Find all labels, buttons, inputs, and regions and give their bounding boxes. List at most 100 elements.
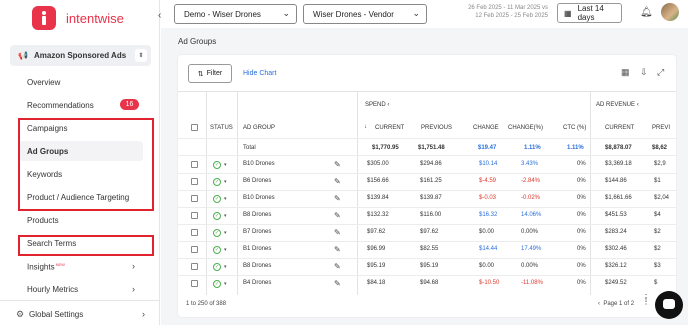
chat-support-icon[interactable]	[655, 291, 683, 319]
product-selector[interactable]: 📢 Amazon Sponsored Ads ⇕	[10, 45, 151, 66]
ad-group-name[interactable]: B8 Drones	[243, 263, 271, 269]
row-checkbox[interactable]	[191, 229, 198, 236]
status-enabled-icon[interactable]: ✓	[213, 212, 221, 220]
cell-change-pct: 3.43%	[521, 161, 539, 167]
cell-rev-previous: $1	[654, 178, 661, 184]
row-checkbox[interactable]	[191, 212, 198, 219]
cell-change: $16.32	[479, 212, 498, 218]
hide-chart-link[interactable]: Hide Chart	[243, 70, 276, 77]
status-enabled-icon[interactable]: ✓	[213, 263, 221, 271]
col-header-revenue-current[interactable]: CURRENT	[605, 125, 634, 131]
cell-current: $156.66	[367, 178, 389, 184]
account-select[interactable]: Demo - Wiser Drones ⌄	[174, 4, 297, 24]
cell-rev-previous: $4	[654, 212, 661, 218]
edit-icon[interactable]: ✎	[334, 279, 341, 288]
col-header-change-pct[interactable]: CHANGE(%)	[508, 125, 543, 131]
date-range-previous: 12 Feb 2025 - 25 Feb 2025	[475, 13, 548, 19]
total-spend-previous: $1,751.48	[418, 145, 445, 151]
col-header-status[interactable]: STATUS	[210, 125, 233, 131]
more-options-icon[interactable]: ⋮ ⋮	[642, 294, 650, 306]
cell-ctc: 0%	[577, 263, 586, 269]
sidebar-item-recommendations[interactable]: Recommendations	[27, 101, 94, 110]
status-caret-icon[interactable]: ▾	[224, 179, 227, 185]
status-enabled-icon[interactable]: ✓	[213, 280, 221, 288]
spend-label: SPEND	[365, 102, 386, 108]
chevron-left-icon[interactable]: ‹	[637, 102, 639, 108]
edit-icon[interactable]: ✎	[334, 262, 341, 271]
status-caret-icon[interactable]: ▾	[224, 213, 227, 219]
row-checkbox[interactable]	[191, 280, 198, 287]
col-header-ctc[interactable]: CTC (%)	[563, 125, 586, 131]
ad-group-name[interactable]: B1 Drones	[243, 246, 271, 252]
cell-change: $-10.50	[479, 280, 500, 286]
bell-icon[interactable]: 🔔︎	[640, 7, 653, 18]
cell-current: $132.32	[367, 212, 389, 218]
status-enabled-icon[interactable]: ✓	[213, 195, 221, 203]
edit-icon[interactable]: ✎	[334, 245, 341, 254]
page-title: Ad Groups	[178, 37, 217, 46]
profile-select[interactable]: Wiser Drones - Vendor ⌄	[303, 4, 427, 24]
insights-chevron-right-icon[interactable]: ›	[132, 261, 135, 271]
chevron-left-icon[interactable]: ‹	[387, 102, 389, 108]
row-checkbox[interactable]	[191, 246, 198, 253]
ad-group-name[interactable]: B10 Drones	[243, 161, 275, 167]
spend-group-header: SPEND ‹	[365, 102, 389, 108]
prev-page-icon[interactable]: ‹	[598, 301, 600, 307]
cell-ctc: 0%	[577, 246, 586, 252]
cell-change-pct: -11.08%	[521, 280, 543, 286]
ad-group-name[interactable]: B7 Drones	[243, 229, 271, 235]
col-header-spend-current[interactable]: CURRENT	[375, 125, 404, 131]
status-enabled-icon[interactable]: ✓	[213, 178, 221, 186]
select-all-checkbox[interactable]	[191, 124, 198, 131]
status-enabled-icon[interactable]: ✓	[213, 229, 221, 237]
hourly-metrics-chevron-right-icon[interactable]: ›	[132, 284, 135, 294]
brand-logo-icon	[32, 6, 56, 30]
cell-previous: $82.55	[420, 246, 439, 252]
filter-button[interactable]: ⇅ Filter	[188, 64, 232, 83]
row-checkbox[interactable]	[191, 263, 198, 270]
status-caret-icon[interactable]: ▾	[224, 196, 227, 202]
global-settings-link[interactable]: Global Settings	[29, 310, 83, 319]
sidebar-item-hourly-metrics[interactable]: Hourly Metrics	[27, 285, 78, 294]
edit-icon[interactable]: ✎	[334, 194, 341, 203]
sidebar-item-products[interactable]: Products	[27, 216, 59, 225]
avatar[interactable]	[661, 3, 679, 21]
pagination-controls[interactable]: ‹ Page 1 of 2	[598, 301, 634, 307]
edit-icon[interactable]: ✎	[334, 228, 341, 237]
highlight-box-search-terms	[18, 235, 154, 256]
edit-icon[interactable]: ✎	[334, 160, 341, 169]
status-caret-icon[interactable]: ▾	[224, 230, 227, 236]
row-checkbox[interactable]	[191, 195, 198, 202]
download-icon[interactable]: ⇩	[640, 67, 648, 78]
sidebar-item-insights[interactable]: InsightsNEW	[27, 262, 65, 272]
edit-icon[interactable]: ✎	[334, 177, 341, 186]
cell-rev-current: $144.86	[605, 178, 627, 184]
sort-down-icon[interactable]: ↓	[364, 124, 367, 130]
col-header-revenue-previous[interactable]: PREVI	[652, 125, 670, 131]
status-caret-icon[interactable]: ▾	[224, 264, 227, 270]
status-enabled-icon[interactable]: ✓	[213, 161, 221, 169]
cell-current: $96.99	[367, 246, 386, 252]
col-header-ad-group[interactable]: AD GROUP	[243, 125, 275, 131]
date-range-button[interactable]: ▦ Last 14 days	[557, 3, 622, 23]
global-settings-chevron-icon[interactable]: ›	[142, 309, 145, 319]
brand-logo[interactable]: intentwise	[32, 6, 124, 30]
fullscreen-icon[interactable]: ⤢	[657, 67, 664, 78]
status-caret-icon[interactable]: ▾	[224, 247, 227, 253]
ad-group-name[interactable]: B4 Drones	[243, 280, 271, 286]
status-caret-icon[interactable]: ▾	[224, 162, 227, 168]
row-checkbox[interactable]	[191, 178, 198, 185]
cell-change-pct: 0.00%	[521, 263, 539, 269]
status-enabled-icon[interactable]: ✓	[213, 246, 221, 254]
col-header-change[interactable]: CHANGE	[473, 125, 499, 131]
cell-rev-current: $326.12	[605, 263, 627, 269]
edit-icon[interactable]: ✎	[334, 211, 341, 220]
table-view-icon[interactable]: ▦	[621, 67, 630, 78]
ad-group-name[interactable]: B10 Drones	[243, 195, 275, 201]
col-header-spend-previous[interactable]: PREVIOUS	[421, 125, 452, 131]
row-checkbox[interactable]	[191, 161, 198, 168]
status-caret-icon[interactable]: ▾	[224, 281, 227, 287]
sidebar-item-overview[interactable]: Overview	[27, 78, 60, 87]
ad-group-name[interactable]: B6 Drones	[243, 178, 271, 184]
ad-group-name[interactable]: B8 Drones	[243, 212, 271, 218]
